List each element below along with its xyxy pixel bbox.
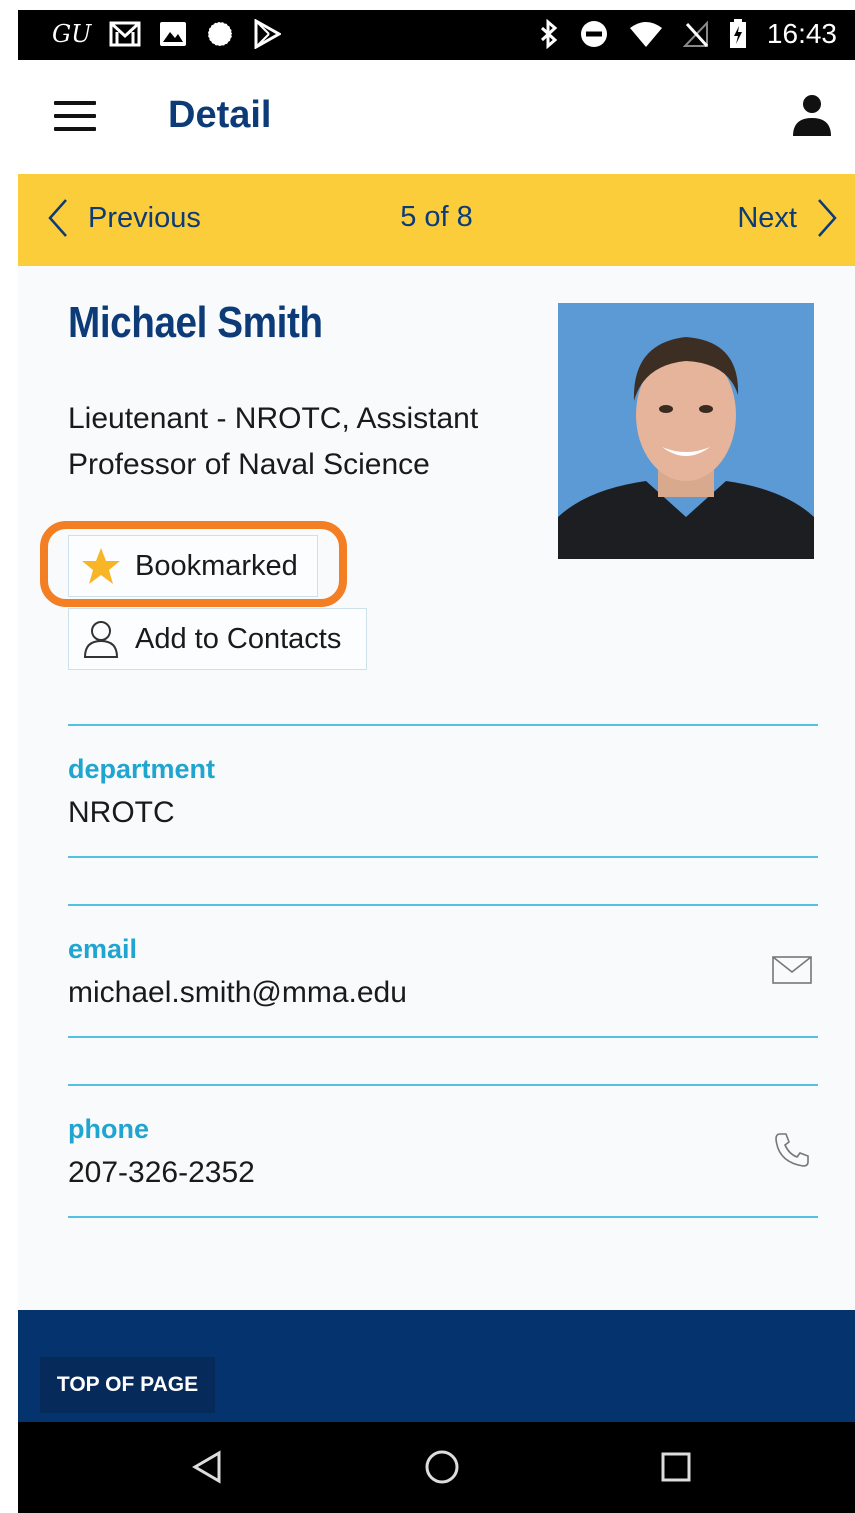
bluetooth-icon: [540, 19, 558, 49]
phone-label: phone: [68, 1114, 149, 1144]
department-value: NROTC: [68, 796, 175, 829]
app-bar: Detail: [18, 60, 855, 174]
next-button[interactable]: Next: [737, 198, 839, 238]
hamburger-icon[interactable]: [54, 101, 96, 131]
status-left-icons: GU: [52, 19, 282, 49]
system-nav-bar: [18, 1422, 855, 1513]
profile-photo: [558, 303, 814, 559]
contact-person-icon: [83, 621, 119, 658]
email-value[interactable]: michael.smith@mma.edu: [68, 976, 407, 1010]
no-signal-icon: [682, 20, 709, 48]
phone-field[interactable]: phone 207-326-2352: [68, 1084, 818, 1218]
status-bar: GU 16:43: [18, 10, 855, 60]
recents-icon[interactable]: [661, 1452, 691, 1482]
page-title: Detail: [168, 94, 272, 136]
department-field: department NROTC: [68, 724, 818, 858]
person-title: Lieutenant - NROTC, Assistant Professor …: [68, 402, 479, 481]
divider: [68, 1084, 818, 1086]
department-label: department: [68, 754, 216, 784]
bookmark-button[interactable]: Bookmarked: [68, 535, 318, 597]
add-to-contacts-button[interactable]: Add to Contacts: [68, 608, 367, 670]
person-name: Michael Smith: [68, 298, 323, 347]
bookmark-label: Bookmarked: [135, 549, 298, 582]
gmail-icon: [109, 21, 141, 47]
next-label: Next: [737, 201, 797, 234]
wifi-icon: [629, 22, 662, 47]
person-icon[interactable]: [789, 92, 835, 138]
pager-position: 5 of 8: [400, 201, 473, 233]
phone-value[interactable]: 207-326-2352: [68, 1156, 255, 1190]
circle-dots-icon: [207, 21, 233, 47]
carrier-glyph: GU: [52, 20, 92, 48]
do-not-disturb-icon: [580, 21, 607, 47]
clock: 16:43: [766, 18, 837, 49]
chevron-right-icon: [818, 199, 837, 237]
star-icon: [82, 548, 120, 584]
status-right-icons: 16:43: [539, 18, 837, 50]
divider: [68, 1216, 818, 1218]
phone-screen: GU 16:43 Detail Previous 5 of 8 Next Mic…: [18, 10, 855, 1513]
home-icon[interactable]: [424, 1449, 460, 1485]
image-icon: [160, 22, 187, 46]
page-footer: TOP OF PAGE: [18, 1310, 855, 1422]
add-to-contacts-label: Add to Contacts: [135, 622, 342, 655]
battery-charging-icon: [729, 19, 746, 48]
divider: [68, 856, 818, 858]
play-store-icon: [254, 19, 282, 49]
divider: [68, 1036, 818, 1038]
phone-icon[interactable]: [772, 1130, 812, 1170]
divider: [68, 724, 818, 726]
divider: [68, 904, 818, 906]
mail-icon[interactable]: [772, 956, 812, 984]
record-pager: Previous 5 of 8 Next: [18, 174, 855, 266]
back-icon[interactable]: [191, 1450, 223, 1484]
email-field[interactable]: email michael.smith@mma.edu: [68, 904, 818, 1038]
top-of-page-button[interactable]: TOP OF PAGE: [40, 1357, 215, 1413]
email-label: email: [68, 934, 138, 964]
